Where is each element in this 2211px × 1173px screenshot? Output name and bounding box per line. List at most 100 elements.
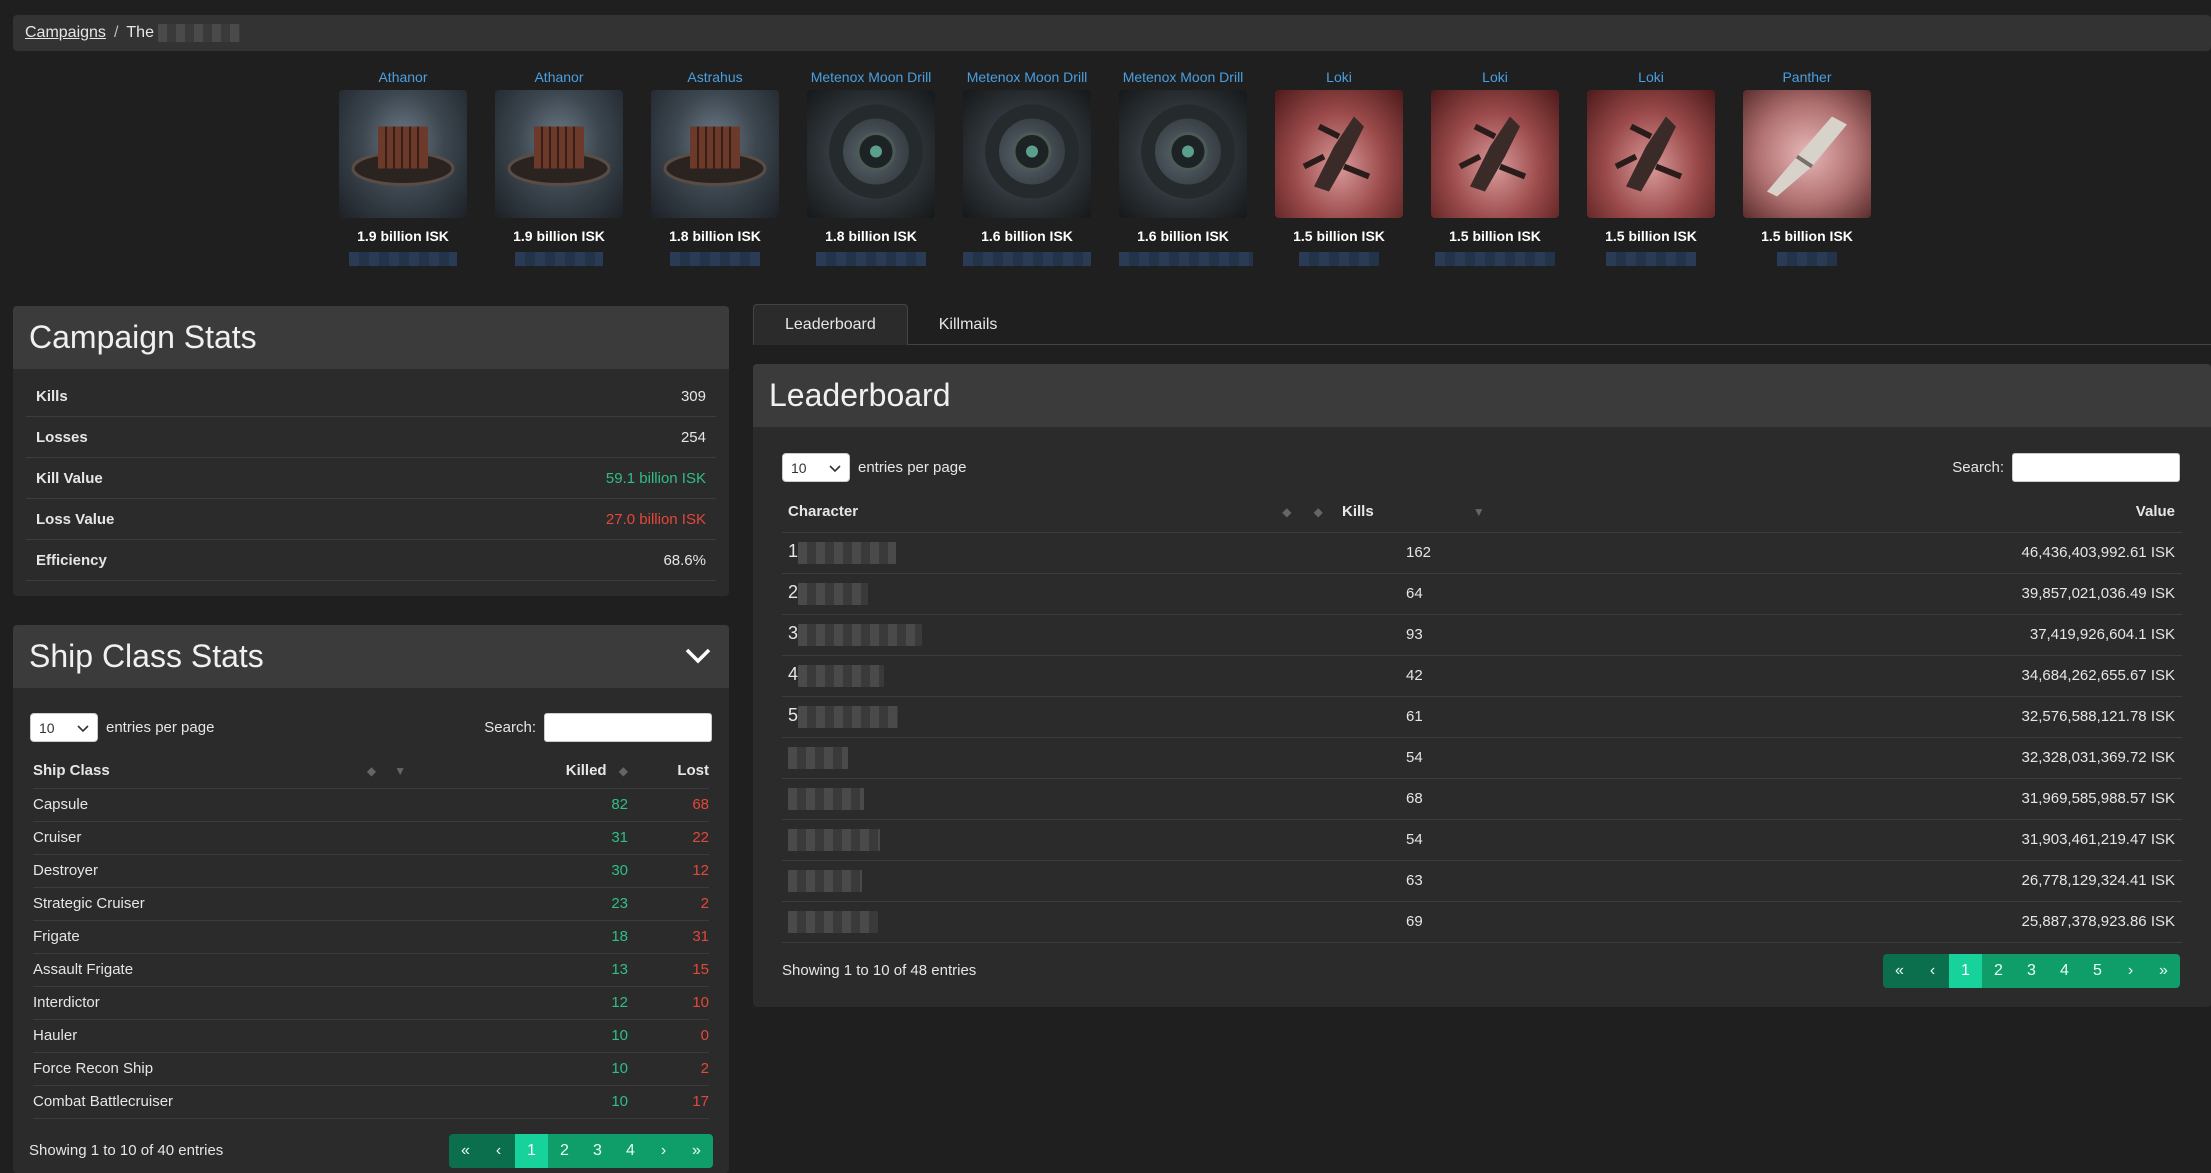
ship-class-search-input[interactable] [544, 713, 712, 742]
ship-name-link[interactable]: Athanor [319, 66, 487, 88]
ship-card[interactable]: Athanor 1.9 billion ISK [495, 66, 623, 266]
ship-name-link[interactable]: Metenox Moon Drill [787, 66, 955, 88]
character-cell[interactable] [782, 901, 1342, 942]
table-row[interactable]: Frigate 18 31 [33, 920, 709, 953]
page-button[interactable]: › [647, 1133, 680, 1168]
ship-class-table: Ship Class ◆ ▼ Killed ◆ Lost Capsule 82 68… [33, 754, 709, 1119]
table-row[interactable]: 1 162 46,436,403,992.61 ISK [782, 532, 2182, 573]
tab-killmails[interactable]: Killmails [908, 304, 1029, 345]
ship-image[interactable] [651, 90, 779, 218]
ship-name-link[interactable]: Metenox Moon Drill [1099, 66, 1267, 88]
ship-card[interactable]: Loki 1.5 billion ISK [1275, 66, 1403, 266]
kills-column-header[interactable]: Kills ▼ [1342, 492, 1562, 532]
character-cell[interactable] [782, 860, 1342, 901]
leaderboard-search-input[interactable] [2012, 453, 2180, 482]
page-button[interactable]: » [680, 1133, 713, 1168]
stat-row: Kill Value 59.1 billion ISK [26, 458, 716, 499]
table-row[interactable]: Cruiser 31 22 [33, 821, 709, 854]
table-row[interactable]: Capsule 82 68 [33, 788, 709, 821]
page-button[interactable]: ‹ [1916, 953, 1949, 988]
page-button[interactable]: 4 [2048, 953, 2081, 988]
ship-class-cell: Interdictor [33, 994, 100, 1011]
table-row[interactable]: Interdictor 12 10 [33, 986, 709, 1019]
table-row[interactable]: Force Recon Ship 10 2 [33, 1052, 709, 1085]
table-row[interactable]: 68 31,969,585,988.57 ISK [782, 778, 2182, 819]
ship-name-link[interactable]: Loki [1411, 66, 1579, 88]
ship-name-link[interactable]: Panther [1723, 66, 1891, 88]
table-row[interactable]: Destroyer 30 12 [33, 854, 709, 887]
ship-card[interactable]: Athanor 1.9 billion ISK [339, 66, 467, 266]
ship-card[interactable]: Loki 1.5 billion ISK [1587, 66, 1715, 266]
ship-image[interactable] [807, 90, 935, 218]
ship-image[interactable] [1743, 90, 1871, 218]
page-button[interactable]: » [2147, 953, 2180, 988]
page-button[interactable]: › [2114, 953, 2147, 988]
lost-column-header[interactable]: Lost [628, 754, 709, 788]
page-button[interactable]: 1 [515, 1133, 548, 1168]
ship-image[interactable] [963, 90, 1091, 218]
ship-image[interactable] [1119, 90, 1247, 218]
ship-image[interactable] [1431, 90, 1559, 218]
page-button[interactable]: 3 [581, 1133, 614, 1168]
page-button[interactable]: 2 [1982, 953, 2015, 988]
ship-name-link[interactable]: Loki [1255, 66, 1423, 88]
breadcrumb-campaigns-link[interactable]: Campaigns [25, 24, 106, 42]
per-page-value: 10 [791, 459, 807, 476]
character-cell[interactable]: 3 [782, 614, 1342, 655]
killed-column-header[interactable]: Killed ◆ [473, 754, 628, 788]
ship-card[interactable]: Loki 1.5 billion ISK [1431, 66, 1559, 266]
ship-name-link[interactable]: Loki [1567, 66, 1735, 88]
ship-class-stats-header[interactable]: Ship Class Stats [13, 625, 729, 688]
table-row[interactable]: Combat Battlecruiser 10 17 [33, 1085, 709, 1118]
character-cell[interactable] [782, 737, 1342, 778]
ship-card[interactable]: Astrahus 1.8 billion ISK [651, 66, 779, 266]
character-cell[interactable]: 5 [782, 696, 1342, 737]
ship-image[interactable] [339, 90, 467, 218]
table-row[interactable]: 63 26,778,129,324.41 ISK [782, 860, 2182, 901]
table-row[interactable]: Strategic Cruiser 23 2 [33, 887, 709, 920]
table-row[interactable]: 69 25,887,378,923.86 ISK [782, 901, 2182, 942]
tab-leaderboard[interactable]: Leaderboard [753, 304, 908, 345]
ship-image[interactable] [1587, 90, 1715, 218]
page-button[interactable]: « [1883, 953, 1916, 988]
ship-image[interactable] [1275, 90, 1403, 218]
character-cell[interactable]: 1 [782, 532, 1342, 573]
ship-name-link[interactable]: Athanor [475, 66, 643, 88]
ship-name-link[interactable]: Astrahus [631, 66, 799, 88]
kills-cell: 93 [1406, 626, 1423, 643]
leaderboard-per-page-select[interactable]: 10 [782, 453, 850, 482]
ship-image[interactable] [495, 90, 623, 218]
page-button[interactable]: 2 [548, 1133, 581, 1168]
ship-card[interactable]: Metenox Moon Drill 1.8 billion ISK [807, 66, 935, 266]
page-button[interactable]: « [449, 1133, 482, 1168]
ship-card[interactable]: Metenox Moon Drill 1.6 billion ISK [963, 66, 1091, 266]
page-button[interactable]: 1 [1949, 953, 1982, 988]
table-row[interactable]: Assault Frigate 13 15 [33, 953, 709, 986]
page-button[interactable]: ‹ [482, 1133, 515, 1168]
ship-value: 1.8 billion ISK [825, 228, 917, 244]
table-row[interactable]: Hauler 10 0 [33, 1019, 709, 1052]
ship-name-link[interactable]: Metenox Moon Drill [943, 66, 1111, 88]
table-row[interactable]: 2 64 39,857,021,036.49 ISK [782, 573, 2182, 614]
table-row[interactable]: 54 31,903,461,219.47 ISK [782, 819, 2182, 860]
page-button[interactable]: 5 [2081, 953, 2114, 988]
chevron-down-icon[interactable] [683, 641, 713, 679]
page-button[interactable]: 4 [614, 1133, 647, 1168]
character-cell[interactable] [782, 819, 1342, 860]
table-row[interactable]: 3 93 37,419,926,604.1 ISK [782, 614, 2182, 655]
ship-class-per-page-select[interactable]: 10 [30, 713, 98, 742]
table-row[interactable]: 4 42 34,684,262,655.67 ISK [782, 655, 2182, 696]
sort-desc-icon: ▼ [394, 764, 407, 779]
character-column-header[interactable]: Character ◆ ◆ [782, 492, 1342, 532]
ship-card[interactable]: Panther 1.5 billion ISK [1743, 66, 1871, 266]
table-row[interactable]: 54 32,328,031,369.72 ISK [782, 737, 2182, 778]
page-button[interactable]: 3 [2015, 953, 2048, 988]
value-column-header[interactable]: Value [1562, 492, 2182, 532]
table-row[interactable]: 5 61 32,576,588,121.78 ISK [782, 696, 2182, 737]
redacted-owner-name [816, 252, 926, 266]
character-cell[interactable]: 2 [782, 573, 1342, 614]
character-cell[interactable] [782, 778, 1342, 819]
ship-card[interactable]: Metenox Moon Drill 1.6 billion ISK [1119, 66, 1253, 266]
character-cell[interactable]: 4 [782, 655, 1342, 696]
ship-class-column-header[interactable]: Ship Class ◆ ▼ [33, 754, 473, 788]
